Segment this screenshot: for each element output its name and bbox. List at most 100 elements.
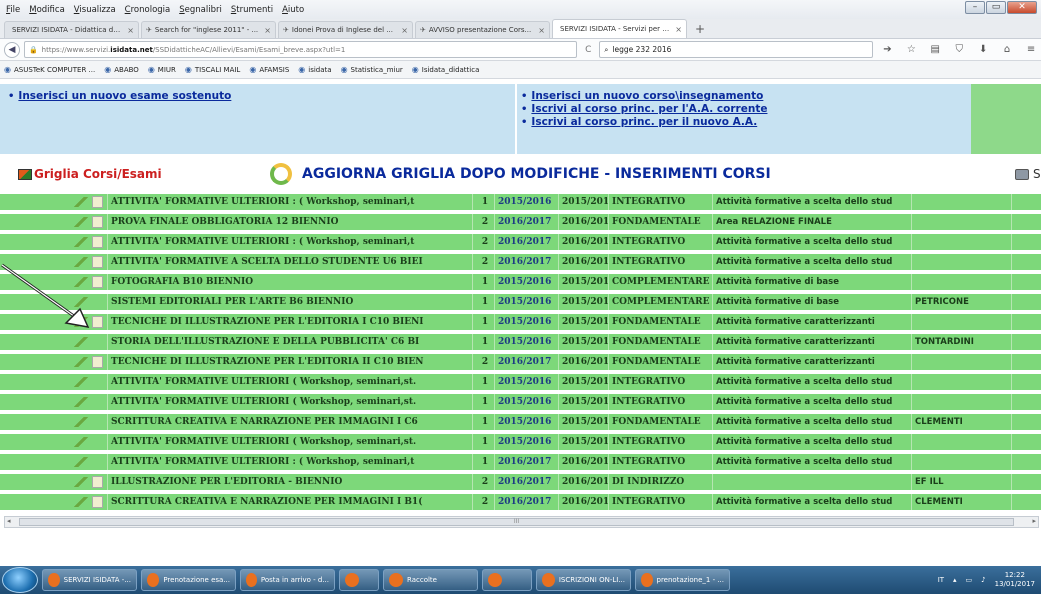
- scroll-left-icon[interactable]: ◂: [7, 517, 11, 525]
- maximize-button[interactable]: ▭: [986, 1, 1006, 14]
- refresh-icon[interactable]: [270, 163, 292, 185]
- tab-close-icon[interactable]: ×: [401, 26, 408, 35]
- notes-icon[interactable]: [92, 496, 103, 508]
- browser-tab[interactable]: SERVIZI ISIDATA - Didattica dell... ×: [4, 21, 139, 38]
- bookmark-item[interactable]: ◉ Statistica_miur: [341, 65, 403, 74]
- bookmark-item[interactable]: ◉ TISCALI MAIL: [185, 65, 240, 74]
- menu-icon[interactable]: ≡: [1021, 44, 1041, 55]
- taskbar-item[interactable]: ISCRIZIONI ON-LI...: [536, 569, 631, 591]
- table-row[interactable]: SCRITTURA CREATIVA E NARRAZIONE PER IMMA…: [0, 414, 1041, 432]
- table-row[interactable]: FOTOGRAFIA B10 BIENNIO 1 2015/2016 2015/201…: [0, 274, 1041, 292]
- search-input[interactable]: ⌕ legge 232 2016: [599, 41, 874, 58]
- tab-close-icon[interactable]: ×: [675, 25, 682, 34]
- notes-icon[interactable]: [92, 216, 103, 228]
- bookmark-item[interactable]: ◉ MIUR: [148, 65, 176, 74]
- clock[interactable]: 12:22 13/01/2017: [995, 571, 1035, 589]
- menu-item-segnalibri[interactable]: Segnalibri: [179, 5, 222, 15]
- menu-item-file[interactable]: File: [6, 5, 20, 15]
- table-row[interactable]: ATTIVITA' FORMATIVE A SCELTA DELLO STUDE…: [0, 254, 1041, 272]
- edit-pencil-icon[interactable]: [74, 417, 88, 427]
- browser-tab[interactable]: SERVIZI ISIDATA - Servizi per gli... ×: [552, 19, 687, 38]
- aggiorna-griglia-link[interactable]: AGGIORNA GRIGLIA DOPO MODIFICHE - INSERI…: [302, 166, 771, 182]
- edit-pencil-icon[interactable]: [74, 237, 88, 247]
- browser-tab[interactable]: ✈ AVVISO presentazione Cors... ×: [415, 21, 550, 38]
- table-row[interactable]: ILLUSTRAZIONE PER L'EDITORIA - BIENNIO 2 2…: [0, 474, 1041, 492]
- link-inserisci-esame[interactable]: • Inserisci un nuovo esame sostenuto: [8, 90, 515, 103]
- bookmark-item[interactable]: ◉ Isidata_didattica: [412, 65, 480, 74]
- back-button[interactable]: ◀: [4, 41, 20, 58]
- scroll-right-icon[interactable]: ▸: [1032, 517, 1036, 525]
- grid-horizontal-scrollbar[interactable]: ◂ III ▸: [4, 516, 1039, 528]
- edit-pencil-icon[interactable]: [74, 217, 88, 227]
- tab-close-icon[interactable]: ×: [264, 26, 271, 35]
- home-icon[interactable]: ⌂: [997, 44, 1017, 55]
- pocket-icon[interactable]: ⛉: [949, 44, 969, 55]
- edit-pencil-icon[interactable]: [74, 437, 88, 447]
- print-link[interactable]: S: [1015, 167, 1041, 181]
- table-row[interactable]: ATTIVITA' FORMATIVE ULTERIORI ( Workshop…: [0, 434, 1041, 452]
- menu-item-aiuto[interactable]: Aiuto: [282, 5, 304, 15]
- table-row[interactable]: ATTIVITA' FORMATIVE ULTERIORI ( Workshop…: [0, 374, 1041, 392]
- taskbar-item[interactable]: [339, 569, 379, 591]
- table-row[interactable]: SISTEMI EDITORIALI PER L'ARTE B6 BIENNIO…: [0, 294, 1041, 312]
- taskbar-item[interactable]: SERVIZI ISIDATA -...: [42, 569, 137, 591]
- table-row[interactable]: ATTIVITA' FORMATIVE ULTERIORI ( Workshop…: [0, 394, 1041, 412]
- tab-close-icon[interactable]: ×: [538, 26, 545, 35]
- griglia-title[interactable]: Griglia Corsi/Esami: [18, 167, 162, 181]
- menu-item-visualizza[interactable]: Visualizza: [74, 5, 116, 15]
- taskbar-item[interactable]: prenotazione_1 - ...: [635, 569, 730, 591]
- edit-pencil-icon[interactable]: [74, 377, 88, 387]
- clipboard-icon[interactable]: ▤: [925, 44, 945, 55]
- scroll-thumb[interactable]: III: [19, 518, 1014, 526]
- table-row[interactable]: SCRITTURA CREATIVA E NARRAZIONE PER IMMA…: [0, 494, 1041, 512]
- link-iscrivi-aa-corrente[interactable]: • Iscrivi al corso princ. per l'A.A. corr…: [521, 103, 971, 116]
- edit-pencil-icon[interactable]: [74, 457, 88, 467]
- up-arrow-icon[interactable]: ▴: [953, 576, 957, 584]
- notes-icon[interactable]: [92, 476, 103, 488]
- bookmark-item[interactable]: ◉ ABABO: [104, 65, 139, 74]
- close-window-button[interactable]: ✕: [1007, 1, 1037, 14]
- network-icon[interactable]: ▭: [966, 576, 973, 584]
- taskbar-item[interactable]: Raccolte: [383, 569, 478, 591]
- link-inserisci-corso[interactable]: • Inserisci un nuovo corso\insegnamento: [521, 90, 971, 103]
- table-row[interactable]: TECNICHE DI ILLUSTRAZIONE PER L'EDITORIA…: [0, 314, 1041, 332]
- table-row[interactable]: TECNICHE DI ILLUSTRAZIONE PER L'EDITORIA…: [0, 354, 1041, 372]
- notes-icon[interactable]: [92, 236, 103, 248]
- start-button[interactable]: [2, 567, 38, 593]
- table-row[interactable]: ATTIVITA' FORMATIVE ULTERIORI : ( Worksh…: [0, 454, 1041, 472]
- menu-item-strumenti[interactable]: Strumenti: [231, 5, 273, 15]
- bookmark-item[interactable]: ◉ ASUSTeK COMPUTER ...: [4, 65, 95, 74]
- link-iscrivi-nuovo-aa[interactable]: • Iscrivi al corso princ. per il nuovo A.…: [521, 116, 971, 129]
- taskbar-item[interactable]: [482, 569, 532, 591]
- toolbar-forward-icon[interactable]: ➔: [877, 44, 897, 55]
- edit-pencil-icon[interactable]: [74, 477, 88, 487]
- url-bar[interactable]: 🔒 https://www.servizi.isidata.net/SSDida…: [23, 41, 578, 58]
- edit-pencil-icon[interactable]: [74, 397, 88, 407]
- table-row[interactable]: PROVA FINALE OBBLIGATORIA 12 BIENNIO 2 201…: [0, 214, 1041, 232]
- edit-pencil-icon[interactable]: [74, 497, 88, 507]
- table-row[interactable]: STORIA DELL'ILLUSTRAZIONE E DELLA PUBBLI…: [0, 334, 1041, 352]
- taskbar-item[interactable]: Prenotazione esa...: [141, 569, 236, 591]
- edit-pencil-icon[interactable]: [74, 197, 88, 207]
- new-tab-button[interactable]: +: [689, 22, 711, 36]
- links-panel-green: [971, 84, 1041, 154]
- menu-item-cronologia[interactable]: Cronologia: [125, 5, 171, 15]
- download-icon[interactable]: ⬇: [973, 44, 993, 55]
- browser-tab[interactable]: ✈ Search for "inglese 2011" - ... ×: [141, 21, 276, 38]
- tab-close-icon[interactable]: ×: [127, 26, 134, 35]
- volume-icon[interactable]: ♪: [981, 576, 985, 584]
- bookmark-star-icon[interactable]: ☆: [901, 44, 921, 55]
- browser-tab[interactable]: ✈ Idonei Prova di Inglese del ... ×: [278, 21, 413, 38]
- menu-item-modifica[interactable]: Modifica: [29, 5, 65, 15]
- bookmark-item[interactable]: ◉ AFAMSIS: [249, 65, 289, 74]
- language-indicator[interactable]: IT: [938, 576, 944, 584]
- taskbar-item[interactable]: Posta in arrivo - d...: [240, 569, 335, 591]
- course-type: INTEGRATIVO: [609, 434, 713, 450]
- url-prefix: https://www.servizi.: [41, 45, 111, 54]
- minimize-button[interactable]: –: [965, 1, 985, 14]
- notes-icon[interactable]: [92, 196, 103, 208]
- table-row[interactable]: ATTIVITA' FORMATIVE ULTERIORI : ( Worksh…: [0, 194, 1041, 212]
- reload-button[interactable]: C: [581, 45, 595, 55]
- table-row[interactable]: ATTIVITA' FORMATIVE ULTERIORI : ( Worksh…: [0, 234, 1041, 252]
- bookmark-item[interactable]: ◉ isidata: [298, 65, 331, 74]
